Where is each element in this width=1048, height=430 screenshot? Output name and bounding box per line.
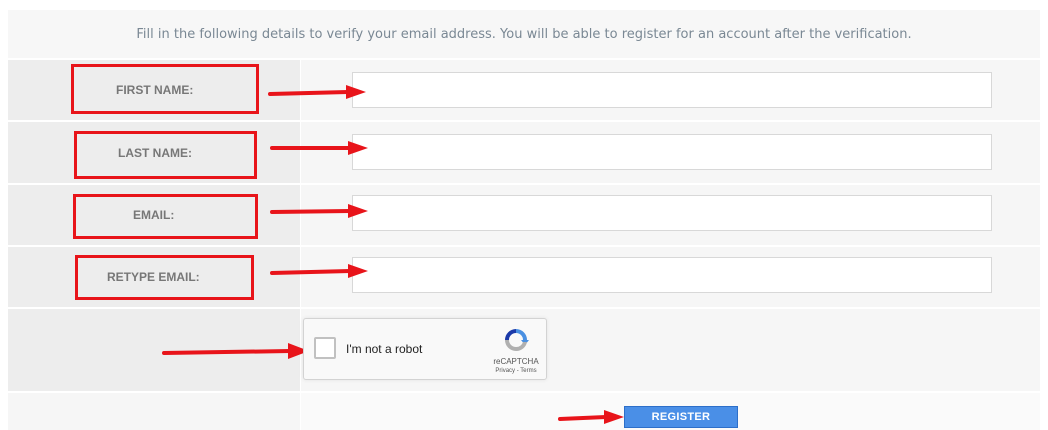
- recaptcha-terms-link[interactable]: Privacy - Terms: [488, 368, 544, 374]
- recaptcha-logo-icon: [505, 329, 529, 352]
- register-row: [8, 393, 1040, 430]
- recaptcha-label: I'm not a robot: [346, 342, 423, 356]
- annotation-box-email: [73, 194, 258, 239]
- intro-text: Fill in the following details to verify …: [8, 10, 1040, 58]
- annotation-box-retype-email: [75, 255, 254, 300]
- annotation-box-last-name: [74, 131, 257, 179]
- email-input[interactable]: [352, 195, 992, 231]
- last-name-input[interactable]: [352, 134, 992, 170]
- registration-page: Fill in the following details to verify …: [0, 0, 1048, 430]
- recaptcha-brand: reCAPTCHA: [493, 357, 539, 366]
- annotation-arrow-last-name: [270, 141, 368, 155]
- annotation-arrow-captcha: [162, 343, 309, 359]
- first-name-input[interactable]: [352, 72, 992, 108]
- annotation-box-first-name: [71, 64, 259, 114]
- annotation-arrow-register: [558, 410, 624, 424]
- label-cell: [8, 393, 300, 430]
- annotation-arrow-email: [270, 204, 368, 218]
- recaptcha-checkbox[interactable]: [314, 337, 336, 359]
- annotation-arrow-retype-email: [270, 264, 368, 278]
- register-button[interactable]: REGISTER: [624, 406, 738, 428]
- retype-email-input[interactable]: [352, 257, 992, 293]
- recaptcha-widget: I'm not a robot reCAPTCHA Privacy - Term…: [303, 318, 547, 380]
- annotation-arrow-first-name: [268, 85, 366, 99]
